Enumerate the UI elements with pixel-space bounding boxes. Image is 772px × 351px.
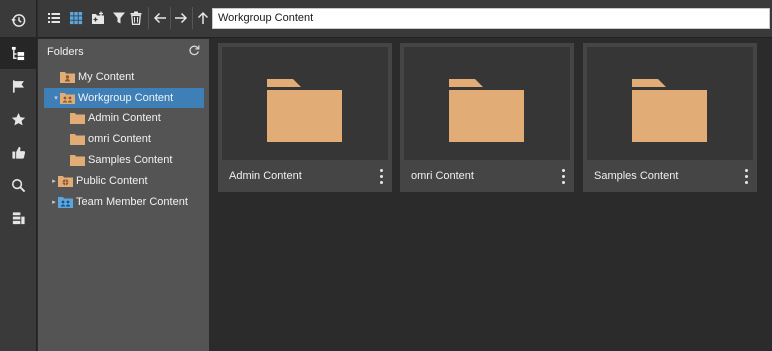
folder-icon [632, 79, 707, 142]
tree-item-admin-content[interactable]: Admin Content [38, 108, 210, 128]
tree-item-team-member-content[interactable]: ▸ Team Member Content [38, 192, 210, 212]
tree-item-workgroup-content[interactable]: ▾ Workgroup Content [44, 88, 204, 108]
forward-icon[interactable] [171, 8, 191, 28]
thumbs-up-icon[interactable] [0, 136, 37, 168]
back-icon[interactable] [150, 8, 170, 28]
up-icon[interactable] [193, 8, 213, 28]
star-icon[interactable] [0, 103, 37, 135]
tree-item-samples-content[interactable]: Samples Content [38, 150, 210, 170]
search-icon[interactable] [0, 169, 37, 201]
panel-title: Folders [47, 46, 84, 58]
tree-item-public-content[interactable]: ▸ Public Content [38, 171, 210, 191]
folder-tile-admin-content[interactable]: Admin Content [218, 43, 392, 192]
user-folder-icon [60, 72, 75, 83]
tree-expander[interactable]: ▾ [52, 94, 60, 102]
flag-icon[interactable] [0, 70, 37, 102]
group-folder-icon [60, 93, 75, 104]
tree-expander[interactable]: ▸ [50, 177, 58, 185]
tree-item-label: Team Member Content [76, 196, 188, 208]
more-options-icon[interactable] [558, 167, 568, 185]
tile-name: Admin Content [229, 170, 302, 182]
tree-item-label: Workgroup Content [78, 92, 174, 104]
refresh-icon[interactable] [188, 44, 200, 56]
team-folder-icon [58, 197, 73, 208]
left-nav-rail [0, 0, 37, 351]
tree-item-label: Public Content [76, 175, 148, 187]
tree-item-my-content[interactable]: My Content [38, 67, 210, 87]
tree-item-omri-content[interactable]: omri Content [38, 129, 210, 149]
folder-tile-omri-content[interactable]: omri Content [400, 43, 574, 192]
tree-item-label: Samples Content [88, 154, 173, 166]
tile-thumbnail [587, 47, 753, 160]
tree-expander[interactable]: ▸ [50, 198, 58, 206]
folder-icon [70, 113, 85, 124]
toolbar-separator [148, 7, 149, 29]
tree-item-label: My Content [78, 71, 135, 83]
delete-icon[interactable] [126, 8, 146, 28]
content-area: Admin Content omri Content Samples Conte… [211, 39, 772, 351]
list-view-icon[interactable] [44, 8, 64, 28]
folder-icon [449, 79, 524, 142]
folder-icon [70, 155, 85, 166]
history-icon[interactable] [0, 4, 37, 36]
grid-view-icon[interactable] [66, 8, 86, 28]
tile-name: omri Content [411, 170, 474, 182]
tile-thumbnail [222, 47, 388, 160]
folder-tile-samples-content[interactable]: Samples Content [583, 43, 757, 192]
toolbar: Workgroup Content [38, 0, 772, 38]
tree-item-label: omri Content [88, 133, 151, 145]
public-folder-icon [58, 176, 73, 187]
catalog-icon[interactable] [0, 202, 37, 234]
folder-tree-icon[interactable] [0, 37, 37, 69]
folder-icon [70, 134, 85, 145]
tile-thumbnail [404, 47, 570, 160]
more-options-icon[interactable] [741, 167, 751, 185]
folder-icon [267, 79, 342, 142]
more-options-icon[interactable] [376, 167, 386, 185]
path-input[interactable]: Workgroup Content [212, 8, 770, 29]
folders-panel: Folders My Content ▾ Workgroup Content A… [38, 39, 210, 351]
tile-name: Samples Content [594, 170, 679, 182]
tree-item-label: Admin Content [88, 112, 161, 124]
new-folder-icon[interactable] [88, 8, 108, 28]
